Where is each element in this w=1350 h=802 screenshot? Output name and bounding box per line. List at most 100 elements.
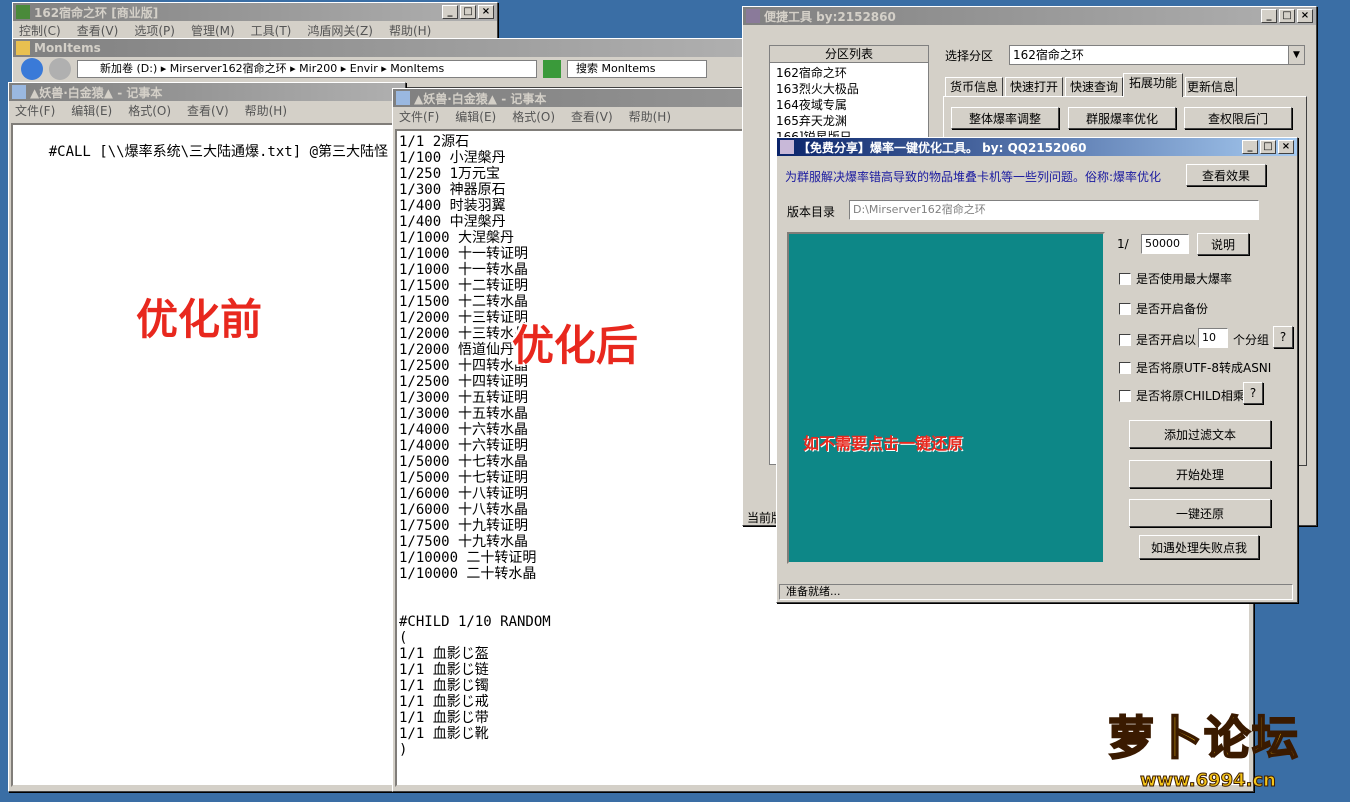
menu-item[interactable]: 管理(M) (191, 22, 235, 39)
group-checkbox[interactable]: 是否开启以 (1119, 331, 1196, 348)
forum-logo: 萝卜论坛 www.6994.cn (1100, 702, 1336, 798)
editor-line: #CHILD 1/10 RANDOM (399, 614, 551, 630)
text-editor[interactable]: #CALL [\\爆率系统\三大陆通爆.txt] @第三大陆怪 (11, 123, 403, 787)
tab-updates[interactable]: 更新信息 (1185, 77, 1237, 97)
title-bar[interactable]: ▲妖兽·白金猿▲ - 记事本 (9, 83, 405, 101)
window-title: 【免费分享】爆率一键优化工具。 by: QQ2152060 (798, 140, 1087, 155)
menu-item[interactable]: 格式(O) (512, 108, 555, 125)
forward-icon[interactable] (49, 58, 71, 80)
list-item[interactable]: 165弃天龙渊 (776, 113, 922, 129)
chevron-down-icon[interactable]: ▼ (1288, 46, 1304, 64)
add-filter-button[interactable]: 添加过滤文本 (1129, 420, 1271, 448)
search-input[interactable]: 搜索 MonItems (567, 60, 707, 78)
restore-button[interactable]: 一键还原 (1129, 499, 1271, 527)
back-icon[interactable] (21, 58, 43, 80)
view-effect-button[interactable]: 查看效果 (1186, 164, 1266, 186)
tab-extensions[interactable]: 拓展功能 (1123, 73, 1183, 97)
menu-item[interactable]: 查看(V) (571, 108, 613, 125)
checkbox-label: 是否开启以 (1136, 333, 1197, 347)
maximize-button[interactable]: □ (1279, 9, 1295, 23)
menu-item[interactable]: 控制(C) (19, 22, 61, 39)
editor-line: 1/1 血影じ链 (399, 662, 489, 678)
maximize-button[interactable]: □ (1260, 140, 1276, 154)
window-title: 便捷工具 by:2152860 (764, 9, 896, 24)
editor-line: 1/1 血影じ镯 (399, 678, 489, 694)
explain-button[interactable]: 说明 (1197, 233, 1249, 255)
title-bar[interactable]: 【免费分享】爆率一键优化工具。 by: QQ2152060 _ □ × (777, 138, 1297, 156)
checkbox[interactable] (1119, 389, 1131, 402)
menu-item[interactable]: 文件(F) (15, 102, 55, 119)
checkbox[interactable] (1119, 302, 1131, 315)
menu-item[interactable]: 查看(V) (187, 102, 229, 119)
failure-help-button[interactable]: 如遇处理失败点我 (1139, 535, 1259, 559)
list-item[interactable]: 162宿命之环 (776, 65, 922, 81)
tab-quick-open[interactable]: 快速打开 (1005, 77, 1063, 97)
title-bar[interactable]: 便捷工具 by:2152860 _ □ × (743, 7, 1316, 25)
menu-item[interactable]: 查看(V) (77, 22, 119, 39)
after-label: 优化后 (512, 321, 639, 370)
close-button[interactable]: × (478, 5, 494, 19)
checkbox-label: 是否开启备份 (1136, 302, 1209, 316)
backdoor-check-button[interactable]: 查权限后门 (1184, 107, 1292, 129)
title-bar[interactable]: MonItems (13, 39, 756, 57)
dir-field[interactable]: D:\Mirserver162宿命之环 (849, 200, 1259, 220)
status-bar: 准备就绪... (779, 584, 1293, 600)
panel-hint-text: 如不需要点击一键还原 (803, 434, 964, 453)
checkbox[interactable] (1119, 333, 1131, 346)
address-bar[interactable]: 新加卷 (D:) ▸ Mirserver162宿命之环 ▸ Mir200 ▸ E… (77, 60, 537, 78)
status-text: 准备就绪... (786, 585, 841, 598)
tab-quick-query[interactable]: 快速查询 (1065, 77, 1123, 97)
child-checkbox[interactable]: 是否将原CHILD相乘 (1119, 387, 1245, 404)
menu-item[interactable]: 选项(P) (134, 22, 175, 39)
group-suffix: 个分组 (1233, 333, 1270, 347)
minimize-button[interactable]: _ (1242, 140, 1258, 154)
menu-item[interactable]: 帮助(H) (245, 102, 287, 119)
select-label: 选择分区 (945, 49, 994, 63)
refresh-icon[interactable] (543, 60, 561, 78)
maximize-button[interactable]: □ (460, 5, 476, 19)
child-help-button[interactable]: ? (1243, 382, 1263, 404)
description-text: 为群服解决爆率错高导致的物品堆叠卡机等一些列问题。俗称:爆率优化 (785, 170, 1162, 184)
dir-label: 版本目录 (787, 205, 836, 219)
group-rate-button[interactable]: 群服爆率优化 (1068, 107, 1176, 129)
notepad-icon (396, 91, 410, 105)
list-item[interactable]: 163烈火大极品 (776, 81, 922, 97)
minimize-button[interactable]: _ (442, 5, 458, 19)
minimize-button[interactable]: _ (1261, 9, 1277, 23)
backup-checkbox[interactable]: 是否开启备份 (1119, 300, 1208, 317)
partition-select[interactable]: 162宿命之环 ▼ (1009, 45, 1305, 65)
checkbox-label: 是否将原UTF-8转成ASNI (1136, 361, 1272, 375)
menu-bar: 控制(C) 查看(V) 选项(P) 管理(M) 工具(T) 鸿盾网关(Z) 帮助… (13, 21, 497, 39)
close-button[interactable]: × (1297, 9, 1313, 23)
list-item[interactable]: 164夜域专属 (776, 97, 922, 113)
app-icon (780, 140, 794, 154)
menu-item[interactable]: 工具(T) (251, 22, 292, 39)
group-input[interactable]: 10 (1198, 328, 1228, 348)
menu-item[interactable]: 格式(O) (128, 102, 171, 119)
log-panel: 如不需要点击一键还原 (787, 232, 1105, 564)
close-button[interactable]: × (1278, 140, 1294, 154)
group-help-button[interactable]: ? (1273, 326, 1293, 348)
start-button[interactable]: 开始处理 (1129, 460, 1271, 488)
tab-currency[interactable]: 货币信息 (945, 77, 1003, 97)
menu-item[interactable]: 帮助(H) (629, 108, 671, 125)
title-bar[interactable]: 162宿命之环 [商业版] _ □ × (13, 3, 497, 21)
menu-item[interactable]: 文件(F) (399, 108, 439, 125)
optimizer-window: 【免费分享】爆率一键优化工具。 by: QQ2152060 _ □ × 为群服解决爆… (776, 137, 1298, 603)
editor-line: ( (399, 630, 408, 646)
menu-item[interactable]: 帮助(H) (389, 22, 431, 39)
menu-item[interactable]: 编辑(E) (71, 102, 112, 119)
checkbox[interactable] (1119, 361, 1131, 374)
window-title: MonItems (34, 41, 101, 55)
menu-item[interactable]: 鸿盾网关(Z) (307, 22, 373, 39)
utf8-checkbox[interactable]: 是否将原UTF-8转成ASNI (1119, 359, 1271, 376)
max-rate-checkbox[interactable]: 是否使用最大爆率 (1119, 270, 1232, 287)
checkbox[interactable] (1119, 272, 1131, 285)
overall-rate-button[interactable]: 整体爆率调整 (951, 107, 1059, 129)
menu-item[interactable]: 编辑(E) (455, 108, 496, 125)
rate-input[interactable]: 50000 (1141, 234, 1189, 254)
list-header: 分区列表 (770, 46, 928, 63)
explorer-window: MonItems 新加卷 (D:) ▸ Mirserver162宿命之环 ▸ M… (12, 38, 757, 88)
folder-icon (16, 41, 30, 55)
menu-bar: 文件(F) 编辑(E) 格式(O) 查看(V) 帮助(H) (9, 101, 405, 119)
